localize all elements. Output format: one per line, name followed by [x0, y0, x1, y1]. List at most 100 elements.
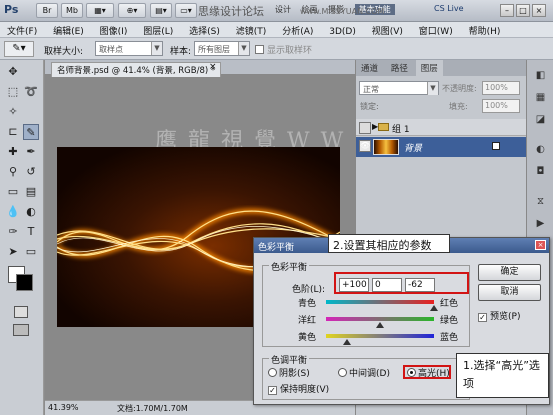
menu-window[interactable]: 窗口(W)	[412, 22, 453, 37]
quick-select-tool-icon[interactable]: ✧	[5, 104, 21, 120]
eyedropper-tool-icon[interactable]: ✎	[23, 124, 39, 140]
document-tab-bar: 名师背景.psd @ 41.4% (背景, RGB/8) * ×	[45, 60, 355, 77]
gradient-tool-icon[interactable]: ▤	[23, 184, 39, 200]
tab-channels[interactable]: 通道	[356, 60, 383, 76]
tone-midtones-radio[interactable]: 中间调(D)	[338, 366, 390, 379]
cs-live-button[interactable]: CS Live	[434, 4, 464, 13]
screen-mode-button[interactable]: ▭▾	[175, 3, 197, 18]
dodge-tool-icon[interactable]: ◐	[23, 204, 39, 220]
menu-select[interactable]: 选择(S)	[182, 22, 220, 37]
preview-checkbox[interactable]: ✓ 预览(P)	[478, 309, 520, 322]
brush-tool-icon[interactable]: ✒	[23, 144, 39, 160]
workspace-tab[interactable]: 设计	[275, 5, 291, 14]
highlight-box-levels	[334, 272, 469, 294]
marquee-tool-icon[interactable]: ⬚	[5, 84, 21, 100]
minibridge-button[interactable]: Mb	[61, 3, 83, 18]
slider-thumb[interactable]	[342, 339, 351, 345]
ok-button[interactable]: 确定	[478, 264, 541, 281]
slider-magenta-green[interactable]: 洋红 绿色	[254, 313, 494, 329]
cancel-button[interactable]: 取消	[478, 284, 541, 301]
slider-cyan-red[interactable]: 青色 红色	[254, 296, 494, 312]
history-brush-tool-icon[interactable]: ↺	[23, 164, 39, 180]
quick-mask-icon[interactable]	[14, 306, 28, 318]
masks-panel-icon[interactable]: ◘	[533, 166, 548, 179]
lasso-tool-icon[interactable]: ➰	[23, 84, 39, 100]
tab-layers[interactable]: 图层	[415, 60, 443, 76]
preserve-luminosity-checkbox[interactable]: ✓ 保持明度(V)	[268, 382, 329, 395]
fill-input[interactable]: 100%	[482, 99, 520, 113]
tab-paths[interactable]: 路径	[386, 60, 413, 76]
checkbox-icon	[255, 45, 264, 54]
screen-mode-icon[interactable]	[13, 324, 29, 336]
sample-size-select[interactable]: 取样点 ▼	[95, 41, 163, 56]
minimize-icon[interactable]: –	[500, 4, 514, 17]
fill-label: 填充:	[449, 102, 468, 111]
menu-file[interactable]: 文件(F)	[0, 22, 37, 37]
tone-shadows-radio[interactable]: 阴影(S)	[268, 366, 310, 379]
slider-track[interactable]	[326, 317, 434, 321]
type-tool-icon[interactable]: T	[23, 224, 39, 240]
menu-edit[interactable]: 编辑(E)	[46, 22, 84, 37]
slider-right-label: 蓝色	[440, 333, 459, 343]
color-panel-icon[interactable]: ◧	[533, 70, 548, 83]
tools-panel: ✥ ⬚ ➰ ✧ ⊏ ✎ ✚ ✒ ⚲ ↺ ▭ ▤ 💧 ◐ ✑ T ➤ ▭ ✋	[0, 60, 44, 415]
zoom-level-button[interactable]: ⊕▾	[118, 3, 146, 18]
close-icon[interactable]: ×	[532, 4, 546, 17]
blur-tool-icon[interactable]: 💧	[5, 204, 21, 220]
adjustments-panel-icon[interactable]: ◐	[533, 144, 548, 157]
layer-row-group[interactable]: ▶ 组 1	[356, 119, 527, 136]
pen-tool-icon[interactable]: ✑	[5, 224, 21, 240]
menu-help[interactable]: 帮助(H)	[462, 22, 501, 37]
slider-left-label: 黄色	[298, 333, 317, 343]
sample-size-label: 取样大小:	[44, 47, 84, 57]
actions-panel-icon[interactable]: ▶	[533, 218, 548, 231]
tool-preset-picker[interactable]: ✎▾	[4, 41, 34, 57]
menu-3d[interactable]: 3D(D)	[322, 25, 356, 37]
chevron-down-icon: ▼	[427, 82, 438, 95]
menu-view[interactable]: 视图(V)	[365, 22, 403, 37]
swatches-panel-icon[interactable]: ▦	[533, 92, 548, 105]
slider-thumb[interactable]	[430, 305, 438, 311]
menu-layer[interactable]: 图层(L)	[136, 22, 173, 37]
options-bar: ✎▾ 取样大小: 取样点 ▼ 样本: 所有图层 ▼ 显示取样环	[0, 38, 553, 60]
arrange-documents-button[interactable]: ▤▾	[150, 3, 172, 18]
shape-tool-icon[interactable]: ▭	[23, 244, 39, 260]
path-select-tool-icon[interactable]: ➤	[5, 244, 21, 260]
show-sampling-ring-checkbox[interactable]: 显示取样环	[255, 43, 312, 56]
background-color-swatch[interactable]	[16, 274, 33, 291]
extras-button[interactable]: ▦▾	[86, 3, 114, 18]
folder-icon	[378, 123, 389, 131]
slider-track[interactable]	[326, 334, 434, 338]
healing-brush-tool-icon[interactable]: ✚	[5, 144, 21, 160]
slider-thumb[interactable]	[376, 322, 384, 328]
document-size: 文档:1.70M/1.70M	[117, 404, 188, 413]
zoom-readout[interactable]: 41.39%	[48, 403, 79, 412]
menu-analysis[interactable]: 分析(A)	[275, 22, 313, 37]
bridge-button[interactable]: Br	[36, 3, 58, 18]
close-icon[interactable]: ×	[535, 240, 546, 250]
crop-tool-icon[interactable]: ⊏	[5, 124, 21, 140]
eraser-tool-icon[interactable]: ▭	[5, 184, 21, 200]
blend-mode-select[interactable]: 正常 ▼	[359, 81, 439, 95]
sample-select[interactable]: 所有图层 ▼	[194, 41, 250, 56]
close-icon[interactable]: ×	[209, 62, 217, 72]
styles-panel-icon[interactable]: ◪	[533, 114, 548, 127]
dialog-title: 色彩平衡	[258, 243, 295, 253]
slider-yellow-blue[interactable]: 黄色 蓝色	[254, 330, 494, 346]
layer-name: 背景	[404, 144, 423, 154]
clone-stamp-tool-icon[interactable]: ⚲	[5, 164, 21, 180]
move-tool-icon[interactable]: ✥	[5, 64, 21, 80]
menu-filter[interactable]: 滤镜(T)	[229, 22, 267, 37]
visibility-toggle[interactable]	[359, 122, 371, 134]
maximize-icon[interactable]: □	[516, 4, 530, 17]
history-panel-icon[interactable]: ⧖	[533, 196, 548, 209]
layer-row-background[interactable]: 👁 背景	[356, 137, 527, 157]
callout-step2: 2.设置其相应的参数	[328, 234, 450, 253]
eye-icon[interactable]: 👁	[359, 140, 371, 152]
chevron-down-icon: ▼	[151, 42, 162, 55]
group-legend: 色彩平衡	[269, 260, 310, 273]
slider-track[interactable]	[326, 300, 434, 304]
menu-image[interactable]: 图像(I)	[93, 22, 128, 37]
opacity-input[interactable]: 100%	[482, 81, 520, 95]
document-tab[interactable]: 名师背景.psd @ 41.4% (背景, RGB/8) *	[51, 62, 222, 77]
